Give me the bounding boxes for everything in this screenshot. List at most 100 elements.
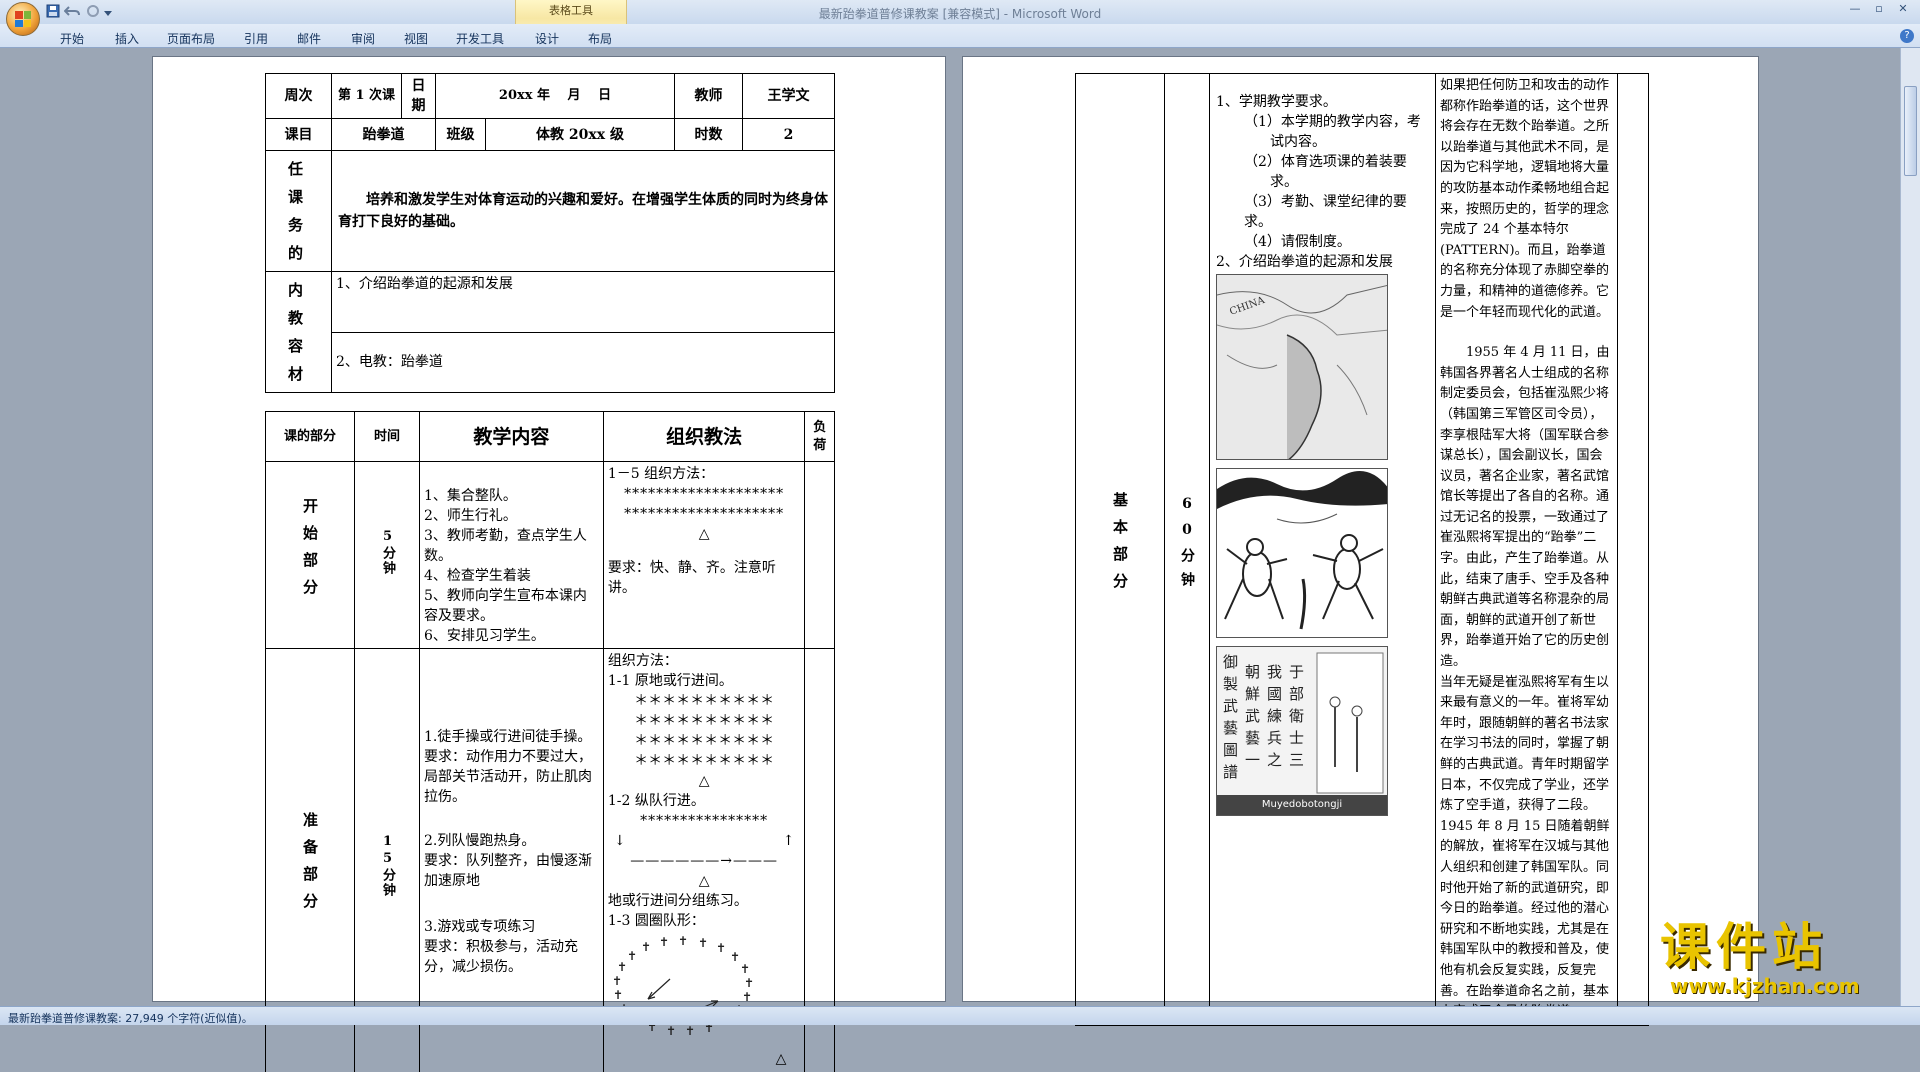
svg-text:✝: ✝ (659, 935, 669, 949)
help-icon[interactable]: ? (1900, 29, 1914, 43)
prep-exercise-1-req: 要求：动作用力不要过大，局部关节活动开，防止肌肉拉伤。 (424, 747, 599, 807)
start-item-6: 6、安排见习学生。 (424, 626, 599, 646)
svg-text:藝: 藝 (1223, 719, 1238, 737)
start-item-5: 5、教师向学生宣布本课内容及要求。 (424, 586, 599, 626)
svg-text:✝: ✝ (698, 936, 708, 950)
tab-home[interactable]: 开始 (60, 30, 84, 47)
teacher-marker: △ (608, 871, 801, 891)
maximize-icon[interactable]: ▫ (1868, 2, 1890, 16)
title-bar: 表格工具 最新跆拳道普修课教案 [兼容模式] - Microsoft Word … (0, 0, 1920, 24)
class-label: 班级 (436, 119, 486, 151)
formation-row: ******************** (608, 484, 801, 504)
history-paragraph-3: 当年无疑是崔泓熙将军有生以来最有意义的一年。崔将军幼年时，跟随朝鲜的著名书法家在… (1440, 673, 1613, 1023)
vertical-scrollbar[interactable] (1900, 48, 1920, 1006)
tab-developer[interactable]: 开发工具 (456, 30, 504, 47)
tab-page-layout[interactable]: 页面布局 (167, 30, 215, 47)
week-label: 周次 (266, 74, 332, 119)
formation-row: ＊＊＊＊＊＊＊＊＊＊ (608, 711, 801, 731)
svg-text:衛: 衛 (1289, 707, 1304, 725)
header-load: 负荷 (805, 412, 835, 462)
hours-value: 2 (743, 119, 835, 151)
teacher-label: 教师 (675, 74, 743, 119)
start-method: 1－5 组织方法： ******************** *********… (603, 462, 805, 649)
scrollbar-thumb[interactable] (1904, 86, 1917, 176)
svg-text:✝: ✝ (613, 988, 623, 1002)
historic-text-image: 御製武藝圖譜 朝鮮武藝一 我國練兵之 于部衛士三 Muyedobotongji (1216, 646, 1388, 816)
arrow-up-icon: ↑ (783, 831, 795, 851)
formation-row: ＊＊＊＊＊＊＊＊＊＊ (608, 691, 801, 711)
start-requirement: 要求：快、静、齐。注意听讲。 (608, 558, 801, 598)
prep-method-3: 地或行进间分组练习。 (608, 891, 801, 911)
formation-row: ******************** (608, 504, 801, 524)
basic-part-table: 基本部分 60分钟 1、学期教学要求。 （1）本学期的教学内容，考试内容。 （2… (1075, 73, 1649, 1026)
svg-text:圖: 圖 (1223, 741, 1238, 759)
svg-text:于: 于 (1289, 663, 1304, 681)
basic-load (1618, 74, 1649, 1026)
start-method-title: 1－5 组织方法： (608, 464, 801, 484)
tab-design[interactable]: 设计 (535, 30, 559, 47)
status-bar: 最新跆拳道普修课教案: 27,949 个字符(近似值)。 (0, 1006, 1920, 1025)
svg-text:部: 部 (1289, 685, 1304, 703)
teacher-marker: △ (608, 771, 801, 791)
prep-exercise-2: 2.列队慢跑热身。 (424, 831, 599, 851)
start-item-3: 3、教师考勤，查点学生人数。 (424, 526, 599, 566)
watermark-brand: 课件站 (1660, 920, 1900, 974)
svg-text:三: 三 (1289, 751, 1304, 769)
tab-references[interactable]: 引用 (244, 30, 268, 47)
svg-text:✝: ✝ (666, 1024, 676, 1038)
tab-review[interactable]: 审阅 (351, 30, 375, 47)
formation-row: ＊＊＊＊＊＊＊＊＊＊ (608, 751, 801, 771)
watermark-url: www.kjzhan.com (1660, 974, 1900, 998)
prep-method-2: 1-2 纵队行进。 (608, 791, 801, 811)
svg-text:兵: 兵 (1267, 729, 1282, 747)
document-page-left[interactable]: 周次 第 1 次课 日期 20xx 年 月 日 教师 王学文 课目 跆拳道 班级… (152, 56, 946, 1002)
history-paragraph-2: 1955 年 4 月 11 日，由韩国各界著名人士组成的名称制定委员会，包括崔泓… (1440, 343, 1613, 673)
task-label: 任课务的 (266, 151, 332, 272)
header-time: 时间 (355, 412, 420, 462)
svg-text:鮮: 鮮 (1245, 685, 1260, 703)
teacher-value: 王学文 (743, 74, 835, 119)
tab-mailings[interactable]: 邮件 (297, 30, 321, 47)
tab-view[interactable]: 视图 (404, 30, 428, 47)
subject-label: 课目 (266, 119, 332, 151)
start-part-label: 开始部分 (266, 462, 355, 649)
office-logo-icon[interactable] (6, 2, 40, 36)
prep-exercise-2-req: 要求：队列整齐，由慢逐渐加速原地 (424, 851, 599, 891)
prep-exercise-3-req: 要求：积极参与，活动充分，减少损伤。 (424, 937, 599, 977)
history-paragraph-1: 如果把任何防卫和攻击的动作都称作跆拳道的话，这个世界将会存在无数个跆拳道。之所以… (1440, 76, 1613, 323)
subject-value: 跆拳道 (332, 119, 436, 151)
prep-method-4: 1-3 圆圈队形： (608, 911, 801, 931)
requirement-3: （3）考勤、课堂纪律的要求。 (1244, 192, 1431, 232)
formation-row: ＊＊＊＊＊＊＊＊＊＊ (608, 731, 801, 751)
run-path: ——————→——— (608, 851, 801, 871)
column-row: **************** (608, 811, 801, 831)
header-part: 课的部分 (266, 412, 355, 462)
basic-part-label: 基本部分 (1076, 74, 1165, 1026)
circle-formation-diagram: ✝✝✝✝✝✝✝✝✝✝✝✝✝✝✝✝✝✝✝✝✝ ✝ (608, 931, 758, 1043)
document-page-right[interactable]: 基本部分 60分钟 1、学期教学要求。 （1）本学期的教学内容，考试内容。 （2… (962, 56, 1759, 1002)
requirement-4: （4）请假制度。 (1244, 232, 1431, 252)
direction-arrows: ↓ ↑ (608, 831, 801, 851)
svg-text:✝: ✝ (744, 976, 754, 990)
minimize-icon[interactable]: — (1844, 2, 1866, 16)
svg-text:✝: ✝ (678, 934, 688, 948)
window-title: 最新跆拳道普修课教案 [兼容模式] - Microsoft Word (0, 5, 1920, 22)
start-content: 1、集合整队。 2、师生行礼。 3、教师考勤，查点学生人数。 4、检查学生着装 … (420, 462, 604, 649)
start-item-2: 2、师生行礼。 (424, 506, 599, 526)
tab-layout[interactable]: 布局 (588, 30, 612, 47)
svg-text:✝: ✝ (742, 990, 752, 1004)
svg-text:練: 練 (1267, 707, 1282, 725)
history-text: 如果把任何防卫和攻击的动作都称作跆拳道的话，这个世界将会存在无数个跆拳道。之所以… (1435, 74, 1617, 1026)
close-icon[interactable]: ✕ (1892, 2, 1914, 16)
svg-text:武: 武 (1223, 697, 1238, 715)
svg-text:譜: 譜 (1223, 763, 1238, 781)
lesson-number: 第 1 次课 (332, 74, 402, 119)
prep-method-title: 组织方法： (608, 651, 801, 671)
start-item-4: 4、检查学生着装 (424, 566, 599, 586)
status-text: 最新跆拳道普修课教案: 27,949 个字符(近似值)。 (8, 1010, 253, 1026)
date-label: 日期 (402, 74, 436, 119)
tab-insert[interactable]: 插入 (115, 30, 139, 47)
svg-text:✝: ✝ (627, 949, 637, 963)
start-item-1: 1、集合整队。 (424, 486, 599, 506)
origin-title: 2、介绍跆拳道的起源和发展 (1216, 252, 1431, 272)
